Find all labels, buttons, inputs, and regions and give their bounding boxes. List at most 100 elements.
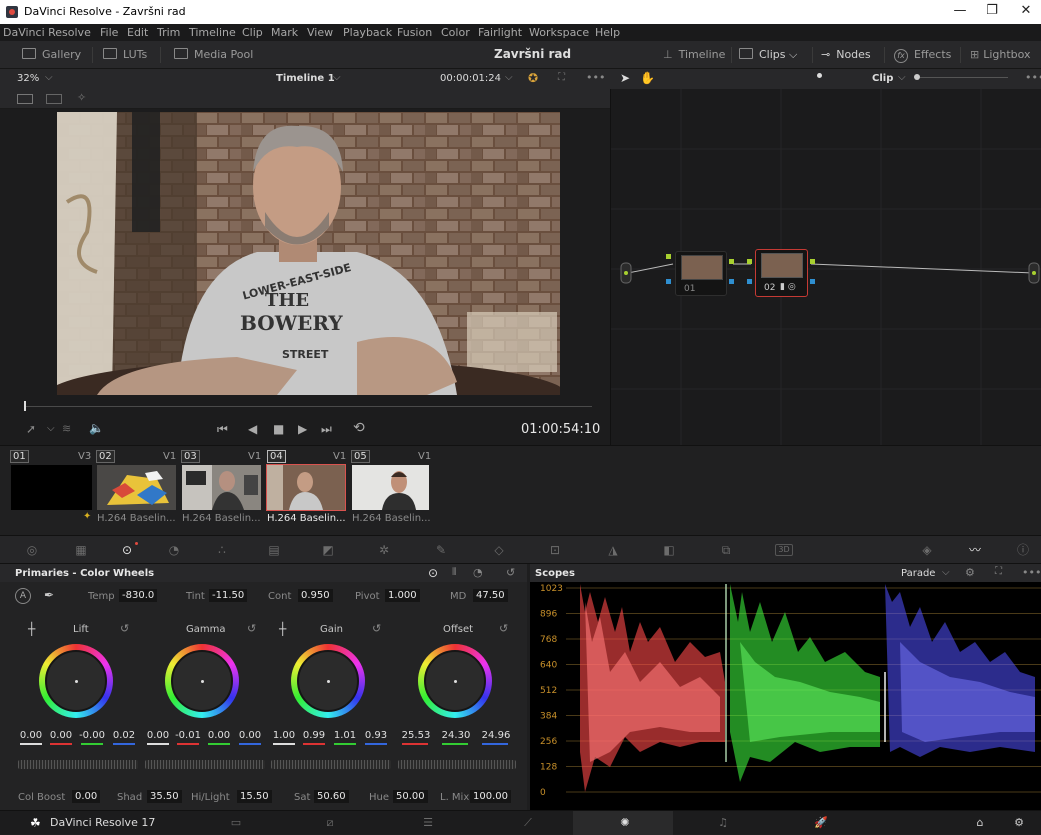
motion-effects-icon[interactable]: ∴	[214, 543, 230, 557]
rgb-mixer-icon[interactable]: ◔	[166, 543, 182, 557]
node-output-port[interactable]	[729, 279, 734, 284]
gamma-b-value[interactable]: 0.00	[237, 730, 263, 745]
3d-icon[interactable]: 3D	[775, 544, 793, 556]
bars-mode-icon[interactable]: ⦀	[452, 567, 456, 578]
gain-g-value[interactable]: 1.01	[332, 730, 358, 745]
hand-icon[interactable]: ✋	[640, 71, 655, 85]
stop-icon[interactable]: ■	[273, 422, 284, 436]
node-input-port[interactable]	[666, 279, 671, 284]
scope-mode[interactable]: Parade	[901, 568, 935, 579]
colboost-value[interactable]: 0.00	[72, 790, 101, 803]
reverse-play-icon[interactable]: ◀	[248, 422, 257, 436]
clip-thumbnail-03[interactable]	[182, 465, 261, 510]
lift-master-wheel[interactable]	[18, 760, 138, 769]
keyframes-icon[interactable]: ◈	[919, 543, 935, 557]
menu-davinci[interactable]: DaVinci Resolve	[3, 26, 91, 39]
scopes-icon[interactable]: 〰	[967, 543, 983, 557]
wheel-puck[interactable]	[454, 680, 457, 683]
gain-crosshair-icon[interactable]: ┼	[279, 622, 286, 636]
key-icon[interactable]: ◧	[661, 543, 677, 557]
media-page-icon[interactable]: ▭	[228, 816, 244, 830]
offset-master-wheel[interactable]	[398, 760, 516, 769]
menu-mark[interactable]: Mark	[271, 26, 298, 39]
skip-end-icon[interactable]: ⏭	[321, 422, 332, 437]
gamma-reset-icon[interactable]: ↺	[247, 622, 256, 635]
offset-reset-icon[interactable]: ↺	[499, 622, 508, 635]
info-icon[interactable]: ⓘ	[1015, 543, 1031, 557]
wheel-puck[interactable]	[75, 680, 78, 683]
sat-value[interactable]: 50.60	[314, 790, 349, 803]
lift-g-value[interactable]: -0.00	[79, 730, 105, 745]
menu-edit[interactable]: Edit	[127, 26, 148, 39]
scope-settings-icon[interactable]: ⚙	[965, 566, 975, 579]
lmix-value[interactable]: 100.00	[470, 790, 511, 803]
node-02[interactable]: 02 ▮ ◎	[755, 249, 808, 297]
gamma-y-value[interactable]: 0.00	[145, 730, 171, 745]
lift-crosshair-icon[interactable]: ┼	[28, 622, 35, 636]
tracker-icon[interactable]: ◇	[491, 543, 507, 557]
node-01[interactable]: 01	[675, 251, 727, 296]
settings-icon[interactable]: ⚙	[1011, 816, 1027, 830]
more-icon[interactable]: •••	[1025, 71, 1041, 84]
timecode-dropdown-icon[interactable]: ⌵	[505, 72, 513, 83]
play-icon[interactable]: ▶	[298, 422, 307, 436]
md-value[interactable]: 47.50	[473, 589, 508, 602]
timeline-dropdown-icon[interactable]: ⌵	[333, 72, 341, 83]
wheel-puck[interactable]	[327, 680, 330, 683]
tint-value[interactable]: -11.50	[209, 589, 248, 602]
minimize-button[interactable]: —	[945, 3, 975, 21]
lift-wheel[interactable]	[39, 644, 113, 718]
offset-r-value[interactable]: 25.53	[400, 730, 432, 745]
node-mode-dropdown-icon[interactable]: ⌵	[898, 72, 906, 83]
maximize-button[interactable]: ❐	[977, 3, 1007, 21]
node-input-port[interactable]	[666, 254, 671, 259]
node-output-port[interactable]	[810, 259, 815, 264]
more-icon[interactable]: •••	[586, 71, 605, 84]
lift-b-value[interactable]: 0.02	[111, 730, 137, 745]
curves-icon[interactable]: ▤	[266, 543, 282, 557]
gain-r-value[interactable]: 0.99	[301, 730, 327, 745]
color-warper-icon[interactable]: ◩	[320, 543, 336, 557]
pointer-icon[interactable]: ➤	[620, 71, 630, 85]
timeline-name[interactable]: Timeline 1	[276, 73, 335, 84]
magic-mask-icon[interactable]: ⊡	[547, 543, 563, 557]
loop-icon[interactable]: ⟲	[353, 420, 365, 436]
fairlight-page-icon[interactable]: ♫	[715, 816, 731, 830]
playhead[interactable]	[24, 401, 26, 411]
gamma-master-wheel[interactable]	[145, 760, 265, 769]
gain-reset-icon[interactable]: ↺	[372, 622, 381, 635]
node-input-port[interactable]	[747, 279, 752, 284]
qualifier-icon[interactable]: ✲	[376, 543, 392, 557]
media-pool-button[interactable]: Media Pool	[174, 48, 253, 61]
lift-reset-icon[interactable]: ↺	[120, 622, 129, 635]
gallery-button[interactable]: Gallery	[22, 48, 81, 61]
zoom-level[interactable]: 32%	[17, 73, 39, 84]
skip-start-icon[interactable]: ⏮	[217, 422, 228, 437]
menu-color[interactable]: Color	[441, 26, 470, 39]
color-page-icon[interactable]: ✺	[617, 816, 633, 830]
menu-view[interactable]: View	[307, 26, 333, 39]
lightbox-button[interactable]: ⊞ Lightbox	[970, 48, 1031, 61]
menu-trim[interactable]: Trim	[157, 26, 180, 39]
node-output-port[interactable]	[729, 259, 734, 264]
cont-value[interactable]: 0.950	[298, 589, 333, 602]
eyedropper-icon[interactable]: ✒	[44, 588, 54, 602]
zoom-slider[interactable]	[920, 77, 1008, 78]
clip-thumbnail-05[interactable]	[352, 465, 429, 510]
menu-timeline[interactable]: Timeline	[189, 26, 236, 39]
gain-master-wheel[interactable]	[271, 760, 391, 769]
zoom-dropdown-icon[interactable]: ⌵	[45, 72, 53, 83]
scope-expand-icon[interactable]: ⛶	[995, 566, 1002, 577]
node-output-port[interactable]	[810, 279, 815, 284]
menu-playback[interactable]: Playback	[343, 26, 392, 39]
temp-value[interactable]: -830.0	[119, 589, 158, 602]
tool-dropdown-icon[interactable]: ⌵	[47, 423, 55, 434]
offset-b-value[interactable]: 24.96	[480, 730, 512, 745]
window-icon[interactable]: ✎	[433, 543, 449, 557]
lift-y-value[interactable]: 0.00	[18, 730, 44, 745]
color-wheels-icon[interactable]: ⊙	[119, 543, 135, 557]
lift-r-value[interactable]: 0.00	[48, 730, 74, 745]
hilight-value[interactable]: 15.50	[237, 790, 272, 803]
clips-button[interactable]: Clips ⌵	[739, 48, 797, 62]
scope-mode-dropdown-icon[interactable]: ⌵	[942, 567, 950, 578]
